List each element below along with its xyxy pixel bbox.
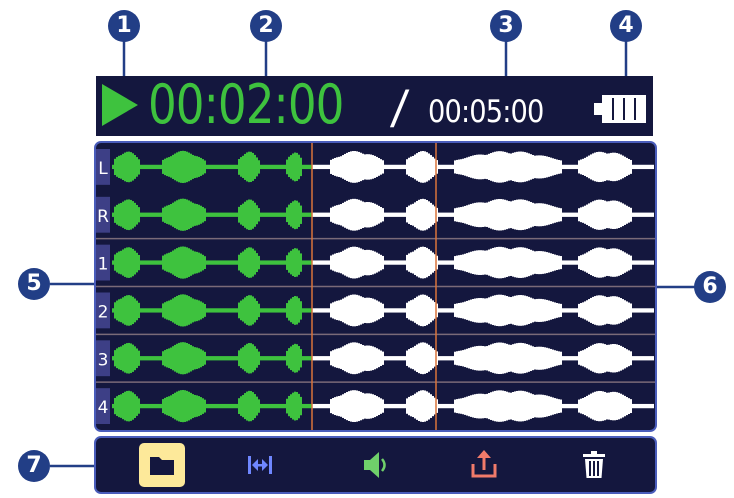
total-time: 00:05:00 <box>428 94 544 130</box>
delete-button[interactable] <box>570 442 618 488</box>
trash-icon <box>583 451 605 478</box>
battery-full-icon <box>594 95 646 123</box>
callout-marker-1: 1 <box>108 10 140 42</box>
track-label: 1 <box>98 255 109 275</box>
folder-button[interactable] <box>138 442 186 488</box>
callout-marker-7: 7 <box>18 450 50 482</box>
trim-arrows-icon <box>248 456 272 474</box>
folder-icon <box>139 443 185 487</box>
trim-button[interactable] <box>236 442 284 488</box>
track-label: R <box>97 207 109 227</box>
callout-marker-4: 4 <box>610 10 642 42</box>
track-label: 4 <box>98 398 109 418</box>
callout-marker-6: 6 <box>694 271 726 303</box>
elapsed-time: 00:02:00 <box>148 73 344 136</box>
track-label: L <box>98 159 108 179</box>
callout-marker-3: 3 <box>490 10 522 42</box>
track-row-L[interactable]: L <box>96 149 654 185</box>
export-button[interactable] <box>460 442 508 488</box>
track-row-2[interactable]: 2 <box>96 285 655 329</box>
callout-marker-5: 5 <box>18 268 50 300</box>
track-row-1[interactable]: 1 <box>96 237 655 281</box>
track-row-4[interactable]: 4 <box>96 381 655 424</box>
export-upload-icon <box>471 450 497 478</box>
track-row-R[interactable]: R <box>96 196 654 233</box>
track-label: 3 <box>98 350 109 370</box>
speaker-icon <box>364 452 386 478</box>
track-label: 2 <box>98 302 109 322</box>
track-row-3[interactable]: 3 <box>96 333 655 377</box>
play-triangle-icon <box>102 84 138 126</box>
volume-button[interactable] <box>352 442 400 488</box>
callout-marker-2: 2 <box>250 10 282 42</box>
waveform-tracks[interactable]: L R 1 2 3 4 <box>96 143 655 430</box>
